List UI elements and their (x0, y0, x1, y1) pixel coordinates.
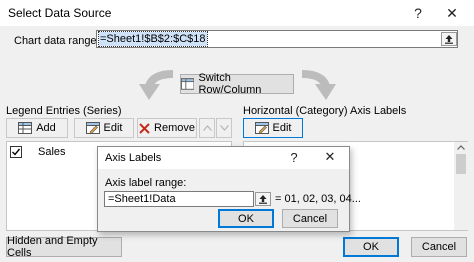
chart-data-range-input[interactable]: =Sheet1!$B$2:$C$18 (96, 30, 458, 48)
chart-data-range-label: Chart data range: (14, 35, 100, 47)
axis-dialog-help-button[interactable]: ? (280, 147, 308, 167)
axis-label-range-label: Axis label range: (105, 177, 187, 189)
legend-entries-header: Legend Entries (Series) (6, 105, 122, 117)
move-down-icon (219, 125, 229, 131)
switch-icon (181, 78, 195, 90)
switch-row-column-label: Switch Row/Column (198, 72, 262, 96)
add-label: Add (36, 122, 56, 134)
remove-label: Remove (154, 122, 195, 134)
axis-label-range-value: =Sheet1!Data (108, 193, 176, 205)
add-table-icon (18, 122, 33, 134)
collapse-dialog-button[interactable] (441, 32, 457, 46)
remove-series-button[interactable]: Remove (137, 118, 197, 138)
axis-toolbar: Edit (243, 118, 467, 140)
axis-dialog-title-bar: Axis Labels ? ✕ (98, 147, 349, 169)
axis-label-range-input[interactable]: =Sheet1!Data (104, 191, 254, 207)
remove-x-icon (139, 122, 150, 134)
move-up-button[interactable] (199, 118, 215, 138)
switch-row-column-button[interactable]: Switch Row/Column (180, 72, 294, 96)
axis-list-scrollbar[interactable] (454, 142, 468, 230)
hidden-empty-cells-button[interactable]: Hidden and Empty Cells (6, 235, 122, 259)
help-button[interactable]: ? (404, 2, 432, 24)
title-bar: Select Data Source ? ✕ (0, 0, 474, 26)
edit-label: Edit (103, 122, 123, 134)
series-checkbox[interactable] (10, 146, 22, 158)
add-series-button[interactable]: Add (6, 118, 68, 138)
hidden-empty-cells-label: Hidden and Empty Cells (7, 235, 98, 259)
curve-arrow-right-icon (301, 70, 336, 100)
edit-axis-labels-button[interactable]: Edit (243, 118, 303, 138)
axis-dialog-ok-label: OK (238, 212, 254, 225)
scroll-up-icon (457, 145, 465, 150)
move-up-icon (202, 125, 212, 131)
checkmark-icon (12, 148, 21, 156)
collapse-arrow-icon (445, 35, 453, 44)
axis-label-preview: = 01, 02, 03, 04... (275, 193, 361, 205)
axis-collapse-button[interactable] (255, 192, 271, 206)
axis-dialog-cancel-button[interactable]: Cancel (282, 209, 338, 228)
axis-labels-dialog: Axis Labels ? ✕ Axis label range: =Sheet… (97, 146, 361, 232)
axis-dialog-cancel-label: Cancel (292, 212, 328, 225)
ok-label: OK (363, 241, 379, 253)
cancel-button[interactable]: Cancel (411, 237, 467, 257)
close-button[interactable]: ✕ (438, 2, 466, 24)
axis-labels-header: Horizontal (Category) Axis Labels (243, 105, 407, 117)
chart-data-range-value: =Sheet1!$B$2:$C$18 (98, 31, 208, 47)
window-title: Select Data Source (8, 6, 112, 20)
move-down-button[interactable] (216, 118, 232, 138)
scroll-thumb[interactable] (456, 154, 466, 174)
edit-table-icon (254, 122, 269, 134)
axis-dialog-title: Axis Labels (105, 152, 162, 164)
legend-toolbar: Add Edit Remove (6, 118, 232, 140)
cancel-label: Cancel (421, 241, 457, 253)
ok-button[interactable]: OK (343, 237, 399, 257)
edit-table-icon (85, 122, 100, 134)
axis-dialog-ok-button[interactable]: OK (218, 209, 274, 228)
axis-edit-label: Edit (272, 122, 292, 134)
collapse-arrow-icon (259, 195, 267, 204)
curve-arrow-left-icon (139, 70, 174, 100)
axis-dialog-close-button[interactable]: ✕ (316, 147, 344, 167)
series-label: Sales (38, 146, 66, 158)
edit-series-button[interactable]: Edit (74, 118, 134, 138)
